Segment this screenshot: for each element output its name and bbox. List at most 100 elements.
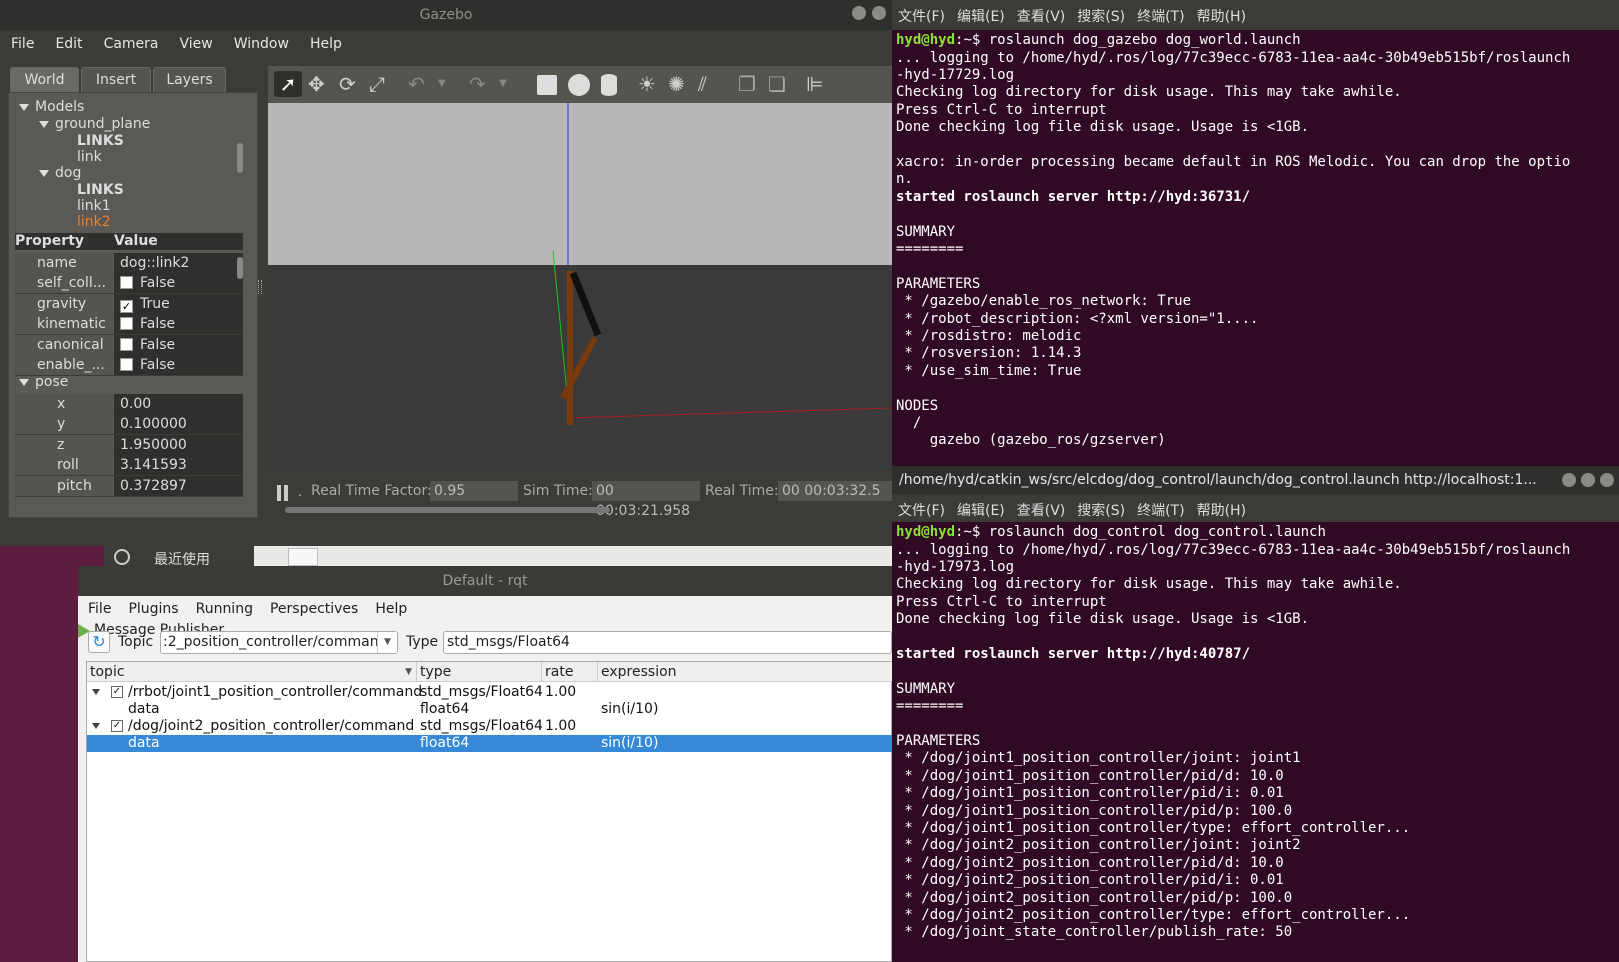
rotate-icon[interactable]: ⟳ bbox=[339, 73, 356, 95]
topic-combobox[interactable]: :2_position_controller/command ▼ bbox=[160, 631, 398, 654]
property-row[interactable]: canonical False bbox=[15, 334, 243, 356]
tree-dog[interactable]: dog bbox=[39, 165, 81, 181]
pose-row[interactable]: roll 3.141593 bbox=[15, 455, 243, 477]
pose-value[interactable]: 0.00 bbox=[114, 394, 243, 414]
checkbox-unchecked[interactable] bbox=[120, 276, 133, 290]
pose-row[interactable]: z 1.950000 bbox=[15, 434, 243, 456]
term-menu-search[interactable]: 搜索(S) bbox=[1071, 0, 1131, 26]
term-menu-terminal[interactable]: 终端(T) bbox=[1131, 494, 1190, 520]
pose-value[interactable]: 3.141593 bbox=[114, 455, 243, 476]
pose-row[interactable]: pitch 0.372897 bbox=[15, 475, 243, 497]
translate-icon[interactable]: ✥ bbox=[308, 73, 325, 95]
tree-models[interactable]: Models bbox=[19, 99, 84, 115]
directional-light-icon[interactable]: ⫽ bbox=[698, 73, 707, 95]
horizontal-scrollbar[interactable] bbox=[285, 507, 610, 513]
cylinder-shape-icon[interactable] bbox=[601, 74, 617, 96]
refresh-icon[interactable]: ↻ bbox=[88, 631, 110, 653]
col-type[interactable]: type bbox=[417, 662, 542, 682]
term-menu-help[interactable]: 帮助(H) bbox=[1191, 0, 1252, 26]
point-light-icon[interactable]: ☀ bbox=[638, 73, 656, 95]
sphere-shape-icon[interactable] bbox=[568, 74, 590, 96]
tree-link2-selected[interactable]: link2 bbox=[77, 214, 111, 228]
chevron-down-icon[interactable]: ▼ bbox=[377, 632, 397, 653]
tab-layers[interactable]: Layers bbox=[153, 67, 226, 92]
terminal-dog-control[interactable]: /home/hyd/catkin_ws/src/elcdog/dog_contr… bbox=[892, 466, 1619, 962]
rqt-menu-plugins[interactable]: Plugins bbox=[118, 596, 185, 617]
row-expression[interactable]: sin(i/10) bbox=[601, 735, 658, 752]
undo-icon[interactable]: ↶ bbox=[408, 73, 425, 95]
property-row[interactable]: self_coll... False bbox=[15, 273, 243, 295]
table-row-selected[interactable]: data float64 sin(i/10) bbox=[87, 735, 893, 752]
expand-icon[interactable] bbox=[92, 689, 100, 695]
pose-value[interactable]: 1.950000 bbox=[114, 434, 243, 455]
row-rate[interactable]: 1.00 bbox=[545, 684, 576, 701]
checkbox-checked[interactable]: ✓ bbox=[120, 299, 133, 313]
checkbox-unchecked[interactable] bbox=[120, 358, 133, 371]
row-expression[interactable]: sin(i/10) bbox=[601, 701, 658, 718]
rqt-menu-file[interactable]: File bbox=[78, 596, 118, 617]
3d-viewport[interactable] bbox=[268, 103, 893, 471]
tab-world[interactable]: World bbox=[10, 67, 79, 92]
property-row[interactable]: gravity ✓ True bbox=[15, 293, 243, 315]
expand-icon[interactable] bbox=[92, 723, 100, 729]
term-menu-edit[interactable]: 编辑(E) bbox=[951, 0, 1011, 26]
pose-group[interactable]: pose bbox=[19, 374, 68, 390]
property-value[interactable]: dog::link2 bbox=[114, 253, 243, 273]
rqt-menu-perspectives[interactable]: Perspectives bbox=[260, 596, 365, 617]
tab-insert[interactable]: Insert bbox=[81, 67, 151, 92]
menu-view[interactable]: View bbox=[169, 30, 223, 52]
paste-icon[interactable]: ❏ bbox=[768, 73, 786, 95]
select-mode-icon[interactable]: ➚ bbox=[274, 71, 302, 97]
row-rate[interactable]: 1.00 bbox=[545, 718, 576, 735]
property-scrollbar[interactable] bbox=[237, 257, 243, 279]
term-menu-edit[interactable]: 编辑(E) bbox=[951, 494, 1011, 520]
term-menu-view[interactable]: 查看(V) bbox=[1011, 0, 1072, 26]
term-menu-file[interactable]: 文件(F) bbox=[892, 494, 951, 520]
checkbox-unchecked[interactable] bbox=[120, 337, 133, 351]
box-shape-icon[interactable] bbox=[537, 75, 557, 95]
copy-icon[interactable]: ❐ bbox=[738, 73, 756, 95]
term-menu-file[interactable]: 文件(F) bbox=[892, 0, 951, 26]
maximize-icon[interactable] bbox=[1581, 473, 1595, 487]
scale-icon[interactable]: ⤢ bbox=[369, 73, 385, 95]
menu-camera[interactable]: Camera bbox=[93, 30, 169, 52]
pose-value[interactable]: 0.372897 bbox=[114, 475, 243, 496]
property-value[interactable]: False bbox=[114, 334, 243, 355]
col-expression[interactable]: expression bbox=[598, 662, 893, 682]
minimize-icon[interactable] bbox=[852, 6, 866, 20]
property-value[interactable]: False bbox=[114, 355, 243, 375]
chevron-down-icon[interactable]: ▼ bbox=[499, 73, 507, 95]
tree-link1[interactable]: link1 bbox=[77, 198, 111, 214]
property-row[interactable]: kinematic False bbox=[15, 314, 243, 336]
rqt-menu-running[interactable]: Running bbox=[186, 596, 260, 617]
splitter-handle[interactable] bbox=[258, 280, 262, 294]
chevron-down-icon[interactable]: ▼ bbox=[438, 73, 446, 95]
terminal-gazebo[interactable]: 文件(F) 编辑(E) 查看(V) 搜索(S) 终端(T) 帮助(H) hyd@hyd:~… bbox=[852, 0, 1619, 466]
spot-light-icon[interactable]: ✺ bbox=[668, 73, 685, 95]
property-row[interactable]: enable_... False bbox=[15, 355, 243, 376]
menu-window[interactable]: Window bbox=[223, 30, 299, 52]
tree-scrollbar[interactable] bbox=[237, 143, 243, 173]
tree-link[interactable]: link bbox=[77, 149, 102, 165]
table-row[interactable]: data float64 sin(i/10) bbox=[87, 701, 893, 718]
menu-edit[interactable]: Edit bbox=[44, 30, 92, 52]
col-topic[interactable]: topic ▼ bbox=[87, 662, 417, 682]
maximize-icon[interactable] bbox=[872, 6, 886, 20]
close-icon[interactable] bbox=[1600, 473, 1614, 487]
checkbox-checked[interactable]: ✓ bbox=[111, 720, 123, 732]
property-row[interactable]: name dog::link2 bbox=[15, 253, 243, 274]
type-input[interactable]: std_msgs/Float64 bbox=[443, 631, 892, 654]
term-menu-help[interactable]: 帮助(H) bbox=[1191, 494, 1252, 520]
checkbox-checked[interactable]: ✓ bbox=[111, 686, 123, 698]
table-row[interactable]: ✓ /rrbot/joint1_position_controller/comm… bbox=[87, 684, 893, 701]
pose-row[interactable]: y 0.100000 bbox=[15, 414, 243, 436]
pose-row[interactable]: x 0.00 bbox=[15, 394, 243, 415]
redo-icon[interactable]: ↷ bbox=[469, 73, 486, 95]
term-menu-search[interactable]: 搜索(S) bbox=[1071, 494, 1131, 520]
minimize-icon[interactable] bbox=[1562, 473, 1576, 487]
term-menu-terminal[interactable]: 终端(T) bbox=[1131, 0, 1190, 26]
align-icon[interactable]: ⊫ bbox=[806, 73, 823, 95]
col-rate[interactable]: rate bbox=[542, 662, 598, 682]
term-menu-view[interactable]: 查看(V) bbox=[1011, 494, 1072, 520]
checkbox-unchecked[interactable] bbox=[120, 317, 133, 331]
